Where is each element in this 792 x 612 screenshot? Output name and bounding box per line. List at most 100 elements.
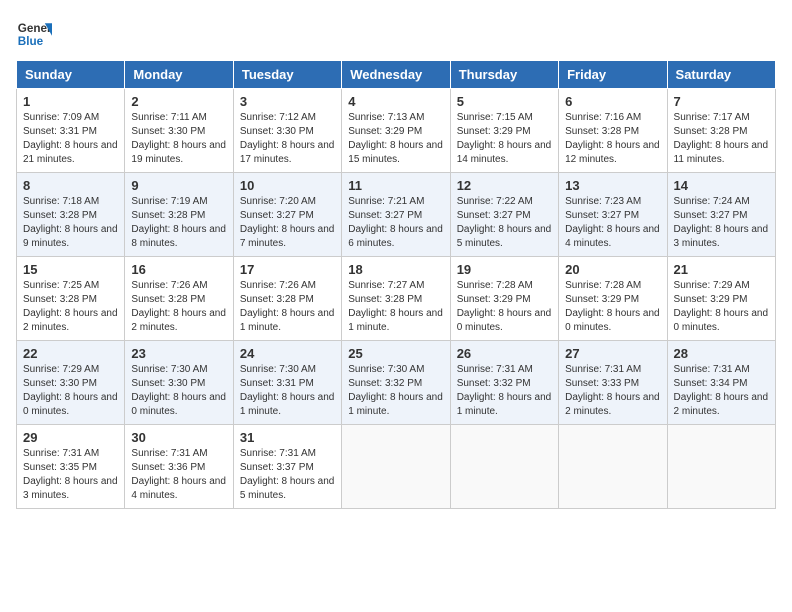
day-number: 4 xyxy=(348,94,443,109)
calendar-day-cell: 4 Sunrise: 7:13 AMSunset: 3:29 PMDayligh… xyxy=(342,89,450,173)
day-info: Sunrise: 7:27 AMSunset: 3:28 PMDaylight:… xyxy=(348,280,443,333)
day-header-sunday: Sunday xyxy=(17,61,125,89)
day-header-thursday: Thursday xyxy=(450,61,558,89)
calendar-day-cell: 12 Sunrise: 7:22 AMSunset: 3:27 PMDaylig… xyxy=(450,173,558,257)
day-number: 22 xyxy=(23,346,118,361)
day-info: Sunrise: 7:12 AMSunset: 3:30 PMDaylight:… xyxy=(240,112,335,165)
day-info: Sunrise: 7:18 AMSunset: 3:28 PMDaylight:… xyxy=(23,196,118,249)
calendar-week-row: 1 Sunrise: 7:09 AMSunset: 3:31 PMDayligh… xyxy=(17,89,776,173)
day-info: Sunrise: 7:26 AMSunset: 3:28 PMDaylight:… xyxy=(131,280,226,333)
day-number: 31 xyxy=(240,430,335,445)
day-header-saturday: Saturday xyxy=(667,61,775,89)
day-info: Sunrise: 7:25 AMSunset: 3:28 PMDaylight:… xyxy=(23,280,118,333)
svg-text:Blue: Blue xyxy=(18,35,44,48)
calendar-day-cell: 23 Sunrise: 7:30 AMSunset: 3:30 PMDaylig… xyxy=(125,341,233,425)
calendar-day-cell: 13 Sunrise: 7:23 AMSunset: 3:27 PMDaylig… xyxy=(559,173,667,257)
calendar-day-cell: 31 Sunrise: 7:31 AMSunset: 3:37 PMDaylig… xyxy=(233,425,341,509)
day-info: Sunrise: 7:21 AMSunset: 3:27 PMDaylight:… xyxy=(348,196,443,249)
calendar-day-cell: 27 Sunrise: 7:31 AMSunset: 3:33 PMDaylig… xyxy=(559,341,667,425)
calendar-week-row: 22 Sunrise: 7:29 AMSunset: 3:30 PMDaylig… xyxy=(17,341,776,425)
day-info: Sunrise: 7:31 AMSunset: 3:37 PMDaylight:… xyxy=(240,448,335,501)
calendar-table: SundayMondayTuesdayWednesdayThursdayFrid… xyxy=(16,60,776,509)
calendar-day-cell: 24 Sunrise: 7:30 AMSunset: 3:31 PMDaylig… xyxy=(233,341,341,425)
day-info: Sunrise: 7:23 AMSunset: 3:27 PMDaylight:… xyxy=(565,196,660,249)
day-number: 19 xyxy=(457,262,552,277)
day-info: Sunrise: 7:31 AMSunset: 3:32 PMDaylight:… xyxy=(457,364,552,417)
page-header: General Blue xyxy=(16,16,776,52)
calendar-day-cell: 3 Sunrise: 7:12 AMSunset: 3:30 PMDayligh… xyxy=(233,89,341,173)
day-info: Sunrise: 7:15 AMSunset: 3:29 PMDaylight:… xyxy=(457,112,552,165)
day-number: 27 xyxy=(565,346,660,361)
day-info: Sunrise: 7:28 AMSunset: 3:29 PMDaylight:… xyxy=(565,280,660,333)
day-header-tuesday: Tuesday xyxy=(233,61,341,89)
day-number: 5 xyxy=(457,94,552,109)
day-number: 15 xyxy=(23,262,118,277)
calendar-day-cell: 14 Sunrise: 7:24 AMSunset: 3:27 PMDaylig… xyxy=(667,173,775,257)
day-number: 30 xyxy=(131,430,226,445)
day-number: 26 xyxy=(457,346,552,361)
day-number: 17 xyxy=(240,262,335,277)
day-number: 18 xyxy=(348,262,443,277)
calendar-day-cell: 21 Sunrise: 7:29 AMSunset: 3:29 PMDaylig… xyxy=(667,257,775,341)
day-number: 9 xyxy=(131,178,226,193)
day-info: Sunrise: 7:30 AMSunset: 3:30 PMDaylight:… xyxy=(131,364,226,417)
calendar-day-cell: 15 Sunrise: 7:25 AMSunset: 3:28 PMDaylig… xyxy=(17,257,125,341)
calendar-day-cell: 16 Sunrise: 7:26 AMSunset: 3:28 PMDaylig… xyxy=(125,257,233,341)
day-info: Sunrise: 7:19 AMSunset: 3:28 PMDaylight:… xyxy=(131,196,226,249)
calendar-day-cell: 6 Sunrise: 7:16 AMSunset: 3:28 PMDayligh… xyxy=(559,89,667,173)
day-number: 13 xyxy=(565,178,660,193)
calendar-day-cell: 2 Sunrise: 7:11 AMSunset: 3:30 PMDayligh… xyxy=(125,89,233,173)
calendar-day-cell: 1 Sunrise: 7:09 AMSunset: 3:31 PMDayligh… xyxy=(17,89,125,173)
day-header-monday: Monday xyxy=(125,61,233,89)
calendar-day-cell: 5 Sunrise: 7:15 AMSunset: 3:29 PMDayligh… xyxy=(450,89,558,173)
day-number: 23 xyxy=(131,346,226,361)
calendar-week-row: 29 Sunrise: 7:31 AMSunset: 3:35 PMDaylig… xyxy=(17,425,776,509)
calendar-day-cell: 9 Sunrise: 7:19 AMSunset: 3:28 PMDayligh… xyxy=(125,173,233,257)
calendar-day-cell: 19 Sunrise: 7:28 AMSunset: 3:29 PMDaylig… xyxy=(450,257,558,341)
day-number: 21 xyxy=(674,262,769,277)
calendar-day-cell: 29 Sunrise: 7:31 AMSunset: 3:35 PMDaylig… xyxy=(17,425,125,509)
calendar-day-cell: 18 Sunrise: 7:27 AMSunset: 3:28 PMDaylig… xyxy=(342,257,450,341)
calendar-day-cell: 22 Sunrise: 7:29 AMSunset: 3:30 PMDaylig… xyxy=(17,341,125,425)
day-number: 25 xyxy=(348,346,443,361)
empty-cell xyxy=(450,425,558,509)
day-number: 28 xyxy=(674,346,769,361)
day-number: 24 xyxy=(240,346,335,361)
calendar-day-cell: 28 Sunrise: 7:31 AMSunset: 3:34 PMDaylig… xyxy=(667,341,775,425)
day-number: 6 xyxy=(565,94,660,109)
day-number: 8 xyxy=(23,178,118,193)
calendar-day-cell: 20 Sunrise: 7:28 AMSunset: 3:29 PMDaylig… xyxy=(559,257,667,341)
day-number: 3 xyxy=(240,94,335,109)
calendar-day-cell: 10 Sunrise: 7:20 AMSunset: 3:27 PMDaylig… xyxy=(233,173,341,257)
day-info: Sunrise: 7:29 AMSunset: 3:30 PMDaylight:… xyxy=(23,364,118,417)
day-number: 29 xyxy=(23,430,118,445)
day-info: Sunrise: 7:13 AMSunset: 3:29 PMDaylight:… xyxy=(348,112,443,165)
day-number: 16 xyxy=(131,262,226,277)
day-info: Sunrise: 7:09 AMSunset: 3:31 PMDaylight:… xyxy=(23,112,118,165)
day-info: Sunrise: 7:26 AMSunset: 3:28 PMDaylight:… xyxy=(240,280,335,333)
day-info: Sunrise: 7:31 AMSunset: 3:35 PMDaylight:… xyxy=(23,448,118,501)
day-info: Sunrise: 7:31 AMSunset: 3:34 PMDaylight:… xyxy=(674,364,769,417)
day-info: Sunrise: 7:16 AMSunset: 3:28 PMDaylight:… xyxy=(565,112,660,165)
empty-cell xyxy=(342,425,450,509)
day-info: Sunrise: 7:28 AMSunset: 3:29 PMDaylight:… xyxy=(457,280,552,333)
day-info: Sunrise: 7:24 AMSunset: 3:27 PMDaylight:… xyxy=(674,196,769,249)
day-info: Sunrise: 7:22 AMSunset: 3:27 PMDaylight:… xyxy=(457,196,552,249)
logo: General Blue xyxy=(16,16,52,52)
day-info: Sunrise: 7:31 AMSunset: 3:36 PMDaylight:… xyxy=(131,448,226,501)
day-number: 12 xyxy=(457,178,552,193)
day-number: 1 xyxy=(23,94,118,109)
calendar-day-cell: 11 Sunrise: 7:21 AMSunset: 3:27 PMDaylig… xyxy=(342,173,450,257)
calendar-header-row: SundayMondayTuesdayWednesdayThursdayFrid… xyxy=(17,61,776,89)
day-info: Sunrise: 7:30 AMSunset: 3:31 PMDaylight:… xyxy=(240,364,335,417)
calendar-day-cell: 30 Sunrise: 7:31 AMSunset: 3:36 PMDaylig… xyxy=(125,425,233,509)
day-info: Sunrise: 7:11 AMSunset: 3:30 PMDaylight:… xyxy=(131,112,226,165)
calendar-day-cell: 17 Sunrise: 7:26 AMSunset: 3:28 PMDaylig… xyxy=(233,257,341,341)
day-number: 11 xyxy=(348,178,443,193)
calendar-week-row: 15 Sunrise: 7:25 AMSunset: 3:28 PMDaylig… xyxy=(17,257,776,341)
calendar-week-row: 8 Sunrise: 7:18 AMSunset: 3:28 PMDayligh… xyxy=(17,173,776,257)
day-info: Sunrise: 7:17 AMSunset: 3:28 PMDaylight:… xyxy=(674,112,769,165)
day-number: 10 xyxy=(240,178,335,193)
day-number: 2 xyxy=(131,94,226,109)
day-info: Sunrise: 7:20 AMSunset: 3:27 PMDaylight:… xyxy=(240,196,335,249)
